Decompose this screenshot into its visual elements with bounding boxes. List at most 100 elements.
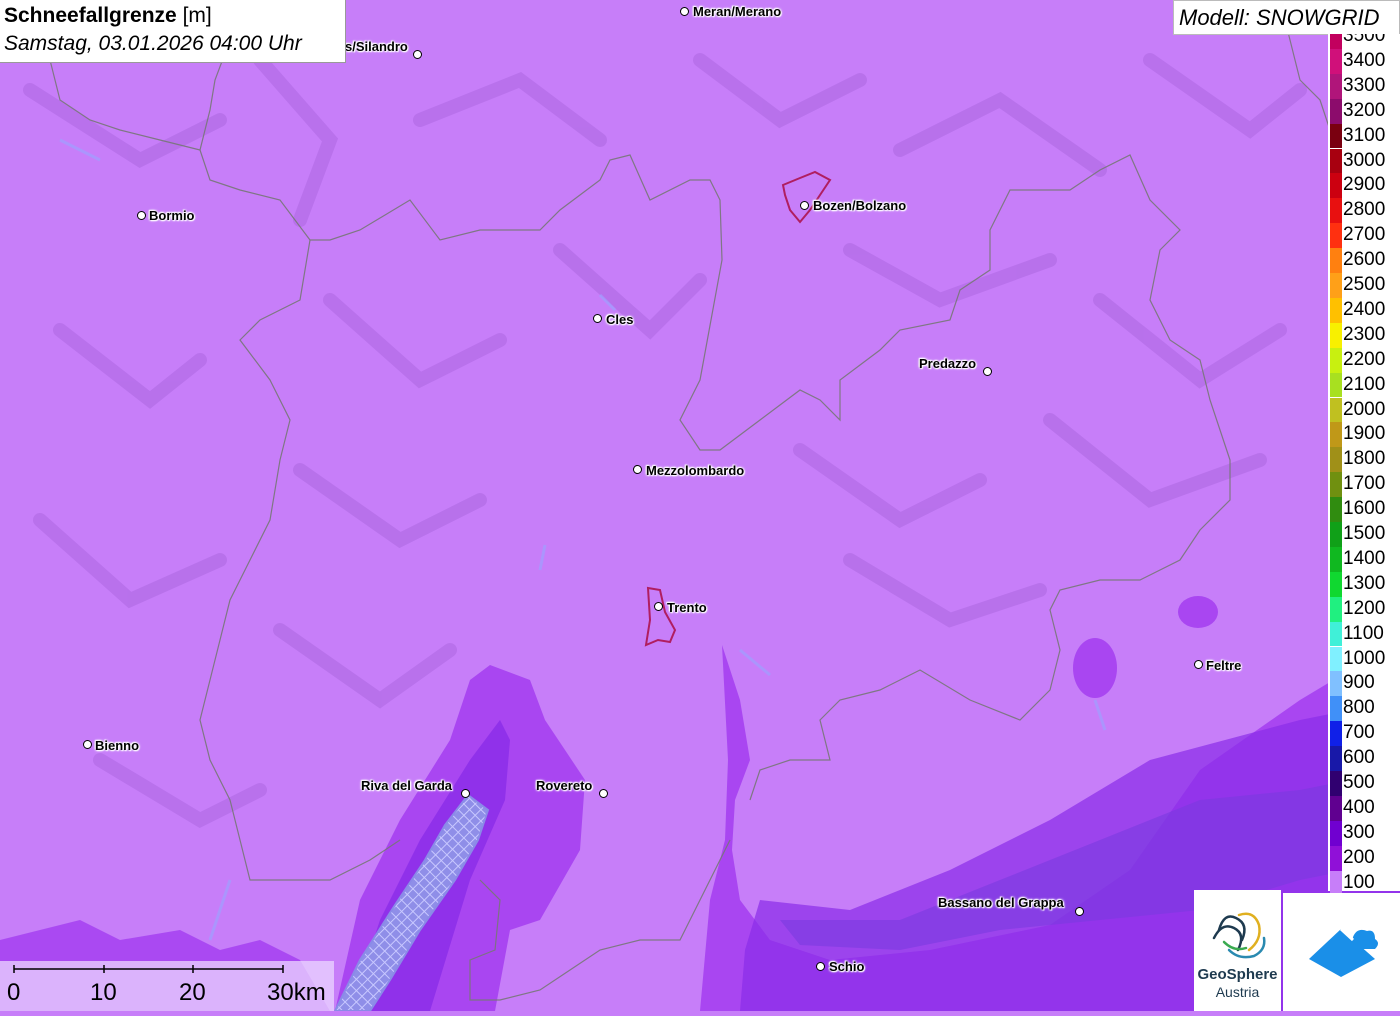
legend-swatch-1800 [1330,447,1342,473]
legend-swatch-200 [1330,845,1342,871]
legend-swatch-800 [1330,696,1342,722]
legend-label-1700: 1700 [1343,473,1386,495]
legend-swatch-1000 [1330,646,1342,672]
city-marker-bormio[interactable] [137,211,146,220]
legend-swatch-2100 [1330,372,1342,398]
city-marker-bozen-bolzano[interactable] [800,201,809,210]
legend-swatch-3000 [1330,148,1342,174]
scale-label-20: 20 [179,979,206,1006]
legend-label-2000: 2000 [1343,398,1386,420]
map-title: Schneefallgrenze [4,4,177,27]
legend-label-1800: 1800 [1343,448,1386,470]
legend-label-1600: 1600 [1343,498,1386,520]
legend-swatch-1100 [1330,621,1342,647]
legend-label-3100: 3100 [1343,124,1386,146]
legend-swatch-3500 [1330,34,1342,49]
legend-swatch-2300 [1330,322,1342,348]
legend-swatch-1400 [1330,546,1342,572]
legend-label-400: 400 [1343,796,1375,818]
city-label-mezzolombardo: Mezzolombardo [646,463,745,478]
city-label-cles: Cles [606,312,634,327]
city-label-schio: Schio [829,959,865,974]
map-unit: [m] [176,4,212,27]
legend-label-3300: 3300 [1343,74,1386,96]
city-marker-meran-merano[interactable] [680,7,689,16]
logo-line2: Austria [1215,984,1260,1000]
city-marker-bienno[interactable] [83,740,92,749]
legend-label-800: 800 [1343,697,1375,719]
scale-label-0: 0 [7,979,21,1006]
legend-swatch-300 [1330,820,1342,846]
legend-swatch-2800 [1330,198,1342,224]
city-label-s-silandro: s/Silandro [345,39,408,54]
legend-swatch-2700 [1330,223,1342,249]
city-label-bormio: Bormio [149,208,195,223]
city-label-bozen-bolzano: Bozen/Bolzano [813,198,907,213]
scale-label-30km: 30km [267,979,326,1006]
legend-label-3200: 3200 [1343,99,1386,121]
legend-label-500: 500 [1343,772,1375,793]
legend-swatch-3100 [1330,123,1342,149]
legend-swatch-1200 [1330,596,1342,622]
city-marker-mezzolombardo[interactable] [633,465,642,474]
legend-swatch-2000 [1330,397,1342,423]
legend-swatch-600 [1330,746,1342,771]
legend-label-3400: 3400 [1343,49,1386,71]
legend-swatch-3200 [1330,98,1342,124]
legend-swatch-1500 [1330,522,1342,547]
legend-swatch-3400 [1330,48,1342,74]
legend-label-1400: 1400 [1343,547,1386,569]
city-label-bienno: Bienno [95,738,140,753]
logo-line1: GeoSphere [1197,966,1278,983]
legend-swatch-2500 [1330,273,1342,298]
city-marker-predazzo[interactable] [983,367,992,376]
legend-swatch-2200 [1330,347,1342,373]
city-marker-riva-del-garda[interactable] [461,789,470,798]
legend-label-2500: 2500 [1343,274,1386,295]
legend-label-1000: 1000 [1343,647,1386,669]
legend-swatch-1300 [1330,571,1342,597]
legend-label-1500: 1500 [1343,523,1386,544]
city-label-rovereto: Rovereto [536,778,593,793]
legend-label-2900: 2900 [1343,174,1386,196]
map-canvas[interactable] [0,0,1400,1011]
legend-label-2700: 2700 [1343,224,1386,246]
legend-label-3000: 3000 [1343,149,1386,171]
legend-label-200: 200 [1343,846,1375,868]
city-label-riva-del-garda: Riva del Garda [361,778,453,793]
legend-swatch-1600 [1330,497,1342,522]
legend-label-1200: 1200 [1343,597,1386,619]
city-marker-trento[interactable] [654,602,663,611]
city-label-predazzo: Predazzo [919,356,977,371]
app-logo[interactable] [1283,893,1400,1011]
city-marker-schio[interactable] [816,962,825,971]
city-marker-bassano-del-grappa[interactable] [1075,907,1084,916]
legend-label-600: 600 [1343,747,1375,769]
legend-label-2400: 2400 [1343,298,1386,320]
title-box: Schneefallgrenze [m] Samstag, 03.01.2026… [0,0,346,63]
legend-label-2200: 2200 [1343,348,1386,370]
scale-label-10: 10 [90,979,117,1006]
snow-cloud-icon [1309,927,1378,977]
legend-label-1300: 1300 [1343,572,1386,594]
legend-swatch-2600 [1330,248,1342,273]
city-marker-rovereto[interactable] [599,789,608,798]
geosphere-logo[interactable]: GeoSphere Austria [1194,890,1281,1011]
geosphere-icon [1212,912,1266,959]
legend-label-2600: 2600 [1343,249,1386,271]
legend-swatch-400 [1330,795,1342,821]
city-label-feltre: Feltre [1206,658,1242,673]
city-marker-cles[interactable] [593,314,602,323]
band-200-blob [1073,638,1117,698]
legend-swatch-1700 [1330,472,1342,498]
legend-swatch-900 [1330,671,1342,697]
band-200-blob2 [1178,596,1218,628]
legend-swatch-2900 [1330,173,1342,199]
legend-swatch-2400 [1330,297,1342,323]
legend-label-100: 100 [1343,871,1375,893]
city-marker-s-silandro[interactable] [413,50,422,59]
city-label-meran-merano: Meran/Merano [693,4,782,19]
city-label-bassano-del-grappa: Bassano del Grappa [938,895,1064,910]
city-marker-feltre[interactable] [1194,660,1203,669]
legend-swatch-500 [1330,771,1342,796]
